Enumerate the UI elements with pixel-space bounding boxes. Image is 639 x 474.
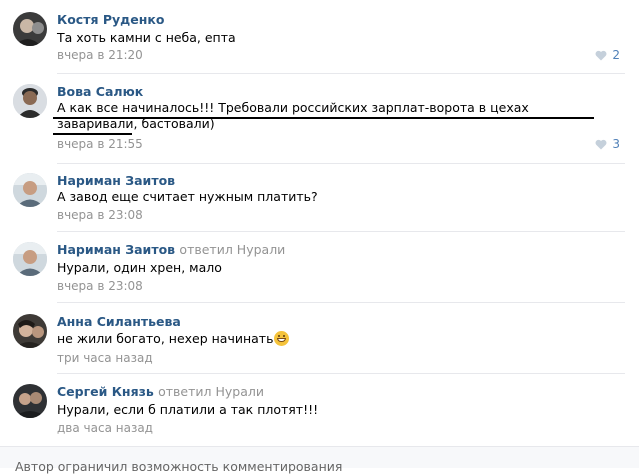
comment-item: Костя Руденко Та хоть камни с неба, епта… — [0, 0, 639, 74]
comment-text: А как все начиналось!!! Требовали россий… — [57, 100, 529, 131]
comment-author[interactable]: Нариман Заитов ответил Нурали — [57, 242, 285, 257]
comment-item: Вова Салюк А как все начиналось!!! Требо… — [0, 74, 639, 164]
avatar[interactable] — [13, 242, 47, 276]
avatar[interactable] — [13, 384, 47, 418]
comments-footer: Автор ограничил возможность комментирова… — [0, 446, 639, 474]
comment-item: Анна Силантьева не жили богато, нехер на… — [0, 303, 639, 374]
comment-author[interactable]: Костя Руденко — [57, 12, 164, 27]
avatar[interactable] — [13, 173, 47, 207]
comment-item: Сергей Князь ответил Нурали Нурали, если… — [0, 374, 639, 446]
reply-word: ответил — [179, 242, 233, 257]
comment-author[interactable]: Анна Силантьева — [57, 314, 181, 329]
comment-time[interactable]: вчера в 21:20 — [57, 48, 143, 62]
reply-label: ответил Нурали — [179, 242, 285, 257]
comment-time[interactable]: вчера в 23:08 — [57, 279, 143, 293]
reply-word: ответил — [158, 384, 212, 399]
comment-author[interactable]: Нариман Заитов — [57, 173, 175, 188]
comment-text: А завод еще считает нужным платить? — [57, 189, 318, 204]
comment-text: Та хоть камни с неба, епта — [57, 30, 236, 45]
comment-item: Нариман Заитов А завод еще считает нужны… — [0, 164, 639, 232]
author-name[interactable]: Сергей Князь — [57, 384, 154, 399]
heart-icon — [595, 50, 607, 60]
comment-text-content: не жили богато, нехер начинать — [57, 331, 274, 346]
like-button[interactable]: 2 — [595, 48, 620, 62]
comment-time[interactable]: два часа назад — [57, 421, 153, 435]
like-button[interactable]: 3 — [595, 137, 620, 151]
comment-text: Нурали, если б платили а так плотят!!! — [57, 402, 319, 417]
comment-text: не жили богато, нехер начинать — [57, 331, 612, 347]
avatar[interactable] — [13, 314, 47, 348]
reply-target[interactable]: Нурали — [216, 384, 265, 399]
comment-time[interactable]: три часа назад — [57, 351, 153, 365]
comment-author[interactable]: Сергей Князь ответил Нурали — [57, 384, 264, 399]
reply-label: ответил Нурали — [158, 384, 264, 399]
author-name[interactable]: Нариман Заитов — [57, 242, 175, 257]
comment-time[interactable]: вчера в 21:55 — [57, 137, 143, 151]
comment-text: Нурали, один хрен, мало — [57, 260, 222, 275]
comment-time[interactable]: вчера в 23:08 — [57, 208, 143, 222]
reply-target[interactable]: Нурали — [237, 242, 286, 257]
avatar[interactable] — [13, 84, 47, 118]
annotation-underline — [53, 117, 594, 119]
comment-author[interactable]: Вова Салюк — [57, 84, 143, 99]
comment-item: Нариман Заитов ответил Нурали Нурали, од… — [0, 232, 639, 303]
like-count: 3 — [612, 137, 620, 151]
heart-icon — [595, 139, 607, 149]
avatar[interactable] — [13, 12, 47, 46]
grinning-emoji-icon — [274, 331, 290, 346]
like-count: 2 — [612, 48, 620, 62]
annotation-underline — [53, 133, 132, 135]
